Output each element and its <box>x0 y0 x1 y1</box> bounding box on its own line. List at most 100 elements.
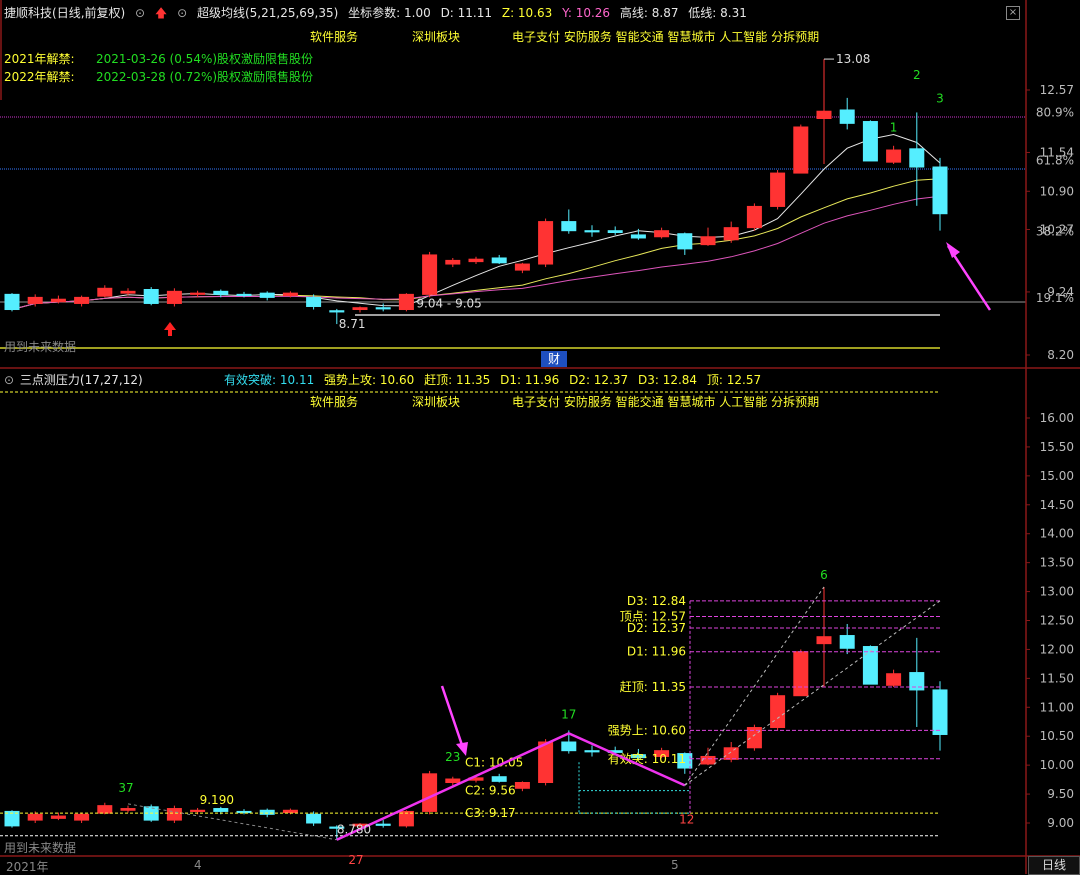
concept-3: 电子支付 安防服务 智能交通 智慧城市 人工智能 分拆预期 <box>512 30 820 44</box>
unlock-2021-text: 2021-03-26 (0.54%)股权激励限售股份 <box>96 52 314 66</box>
price-candle-2 <box>50 298 66 303</box>
pivot-label-3: 8.780 <box>337 823 371 837</box>
sub-candle-24 <box>561 741 577 752</box>
sub-tick-12: 10.00 <box>1040 758 1074 772</box>
price-candle-0 <box>4 293 20 311</box>
timeframe-button[interactable]: 日线 <box>1028 856 1080 875</box>
sub-tick-14: 9.00 <box>1047 816 1074 830</box>
pivot-label-4: 23 <box>445 750 460 764</box>
sub-header: ⊙ 三点测压力(17,27,12) <box>4 371 149 388</box>
d-value: D: 11.11 <box>440 6 493 20</box>
price-tick-0: 12.57 <box>1040 83 1074 97</box>
sub-values: 有效突破: 10.11 强势上攻: 10.60 赶顶: 11.35 D1: 11… <box>224 371 767 388</box>
y-value: Y: 10.26 <box>562 6 611 20</box>
price-candle-25 <box>584 230 600 233</box>
concept-2: 深圳板块 <box>412 30 461 44</box>
count-label-2: 2 <box>913 68 921 82</box>
sub-tick-4: 14.00 <box>1040 527 1074 541</box>
finance-badge[interactable]: 财 <box>541 351 567 367</box>
sub-tick-6: 13.00 <box>1040 585 1074 599</box>
chevron-down-icon[interactable]: ⊙ <box>135 6 145 20</box>
level-label-0: D3: 12.84 <box>627 594 686 608</box>
price-candle-9 <box>213 290 229 295</box>
high-line-value: 高线: 8.87 <box>619 6 679 20</box>
price-axis: 12.5711.5410.9010.279.248.2080.9%61.8%38… <box>0 0 1074 874</box>
level-label-9: C3: 9.17 <box>465 806 516 820</box>
sub-candle-10 <box>236 810 252 814</box>
price-candle-5 <box>120 290 136 294</box>
collapse-sub-icon[interactable]: ⊙ <box>4 373 14 387</box>
sub-tick-3: 14.50 <box>1040 498 1074 512</box>
price-candle-1 <box>27 296 43 304</box>
sub-tick-10: 11.00 <box>1040 700 1074 714</box>
sub-candle-9 <box>213 808 229 812</box>
main-header: 捷顺科技(日线,前复权) ⊙ 🡅 ⊙ 超级均线(5,21,25,69,35) 坐… <box>4 4 753 25</box>
d2-value: D2: 12.37 <box>569 373 629 387</box>
high-label: 13.08 <box>836 52 870 66</box>
sub-tick-11: 10.50 <box>1040 729 1074 743</box>
sub-candle-25 <box>584 750 600 753</box>
close-icon[interactable]: × <box>1006 6 1020 20</box>
indicator-name[interactable]: 超级均线(5,21,25,69,35) <box>197 6 338 20</box>
price-candle-37 <box>862 121 878 162</box>
date-month-5: 5 <box>671 858 679 872</box>
sub-candle-30 <box>700 755 716 765</box>
stock-name[interactable]: 捷顺科技 <box>4 6 52 20</box>
pct-tick-2: 38.2% <box>1036 224 1074 238</box>
price-candle-8 <box>190 292 206 295</box>
date-month-4: 4 <box>194 858 202 872</box>
price-candle-15 <box>352 307 368 311</box>
sub-indicator-panel: D3: 12.84顶点: 12.57D2: 12.37D1: 11.96赶顶: … <box>0 391 1080 867</box>
sub-candle-16 <box>375 823 391 826</box>
price-candle-36 <box>839 109 855 124</box>
price-tick-5: 8.20 <box>1047 348 1074 362</box>
price-candle-27 <box>630 234 646 239</box>
sub-tick-13: 9.50 <box>1047 787 1074 801</box>
pivot-label-6: 12 <box>679 812 694 826</box>
level-label-5: 强势上: 10.60 <box>608 723 686 737</box>
sub-indicator-name[interactable]: 三点测压力(17,27,12) <box>20 373 143 387</box>
pivot-label-5: 17 <box>561 707 576 721</box>
price-candle-28 <box>654 230 670 238</box>
price-candle-21 <box>491 257 507 264</box>
price-candle-3 <box>74 296 90 304</box>
sub-candle-21 <box>491 776 507 782</box>
collapse-icon[interactable]: ⊙ <box>177 6 187 20</box>
pink-arrowhead-top <box>946 242 960 258</box>
sub-candle-40 <box>932 689 948 735</box>
sub-candle-7 <box>166 808 182 821</box>
concept-1-sub: 软件服务 <box>310 395 359 409</box>
price-candle-19 <box>445 259 461 265</box>
sub-tick-2: 15.00 <box>1040 469 1074 483</box>
price-candle-30 <box>700 236 716 246</box>
decline-line <box>127 803 337 841</box>
range-label: 9.04 - 9.05 <box>416 296 481 310</box>
price-candle-35 <box>816 110 832 120</box>
unlock-2022-text: 2022-03-28 (0.72%)股权激励限售股份 <box>96 70 314 84</box>
up-arrow-icon: 🡅 <box>154 6 168 20</box>
sub-candle-12 <box>282 809 298 814</box>
price-candle-12 <box>282 292 298 297</box>
price-candle-14 <box>329 310 345 313</box>
pct-tick-3: 19.1% <box>1036 291 1074 305</box>
concept-3-sub: 电子支付 安防服务 智能交通 智慧城市 人工智能 分拆预期 <box>512 395 820 409</box>
price-candle-26 <box>607 230 623 234</box>
sub-candle-4 <box>97 805 113 814</box>
price-candle-4 <box>97 287 113 297</box>
level-label-2: D2: 12.37 <box>627 621 686 635</box>
adjust-mode[interactable]: (日线,前复权) <box>52 6 125 20</box>
chart-canvas: 13.088.719.04 - 9.05123 D3: 12.84顶点: 12.… <box>0 0 1080 874</box>
pivot-label-1: 9.190 <box>200 793 234 807</box>
buy-arrow-icon <box>164 322 176 336</box>
level-label-3: D1: 11.96 <box>627 645 686 659</box>
price-candle-6 <box>143 289 159 304</box>
pivot-label-0: 37 <box>118 781 133 795</box>
date-year: 2021年 <box>6 860 49 874</box>
sub-candle-3 <box>74 813 90 821</box>
sub-candle-38 <box>886 673 902 686</box>
sub-candle-19 <box>445 778 461 783</box>
price-candle-29 <box>677 233 693 250</box>
price-candle-17 <box>398 293 414 311</box>
sub-candle-31 <box>723 747 739 760</box>
sub-candle-1 <box>27 813 43 821</box>
